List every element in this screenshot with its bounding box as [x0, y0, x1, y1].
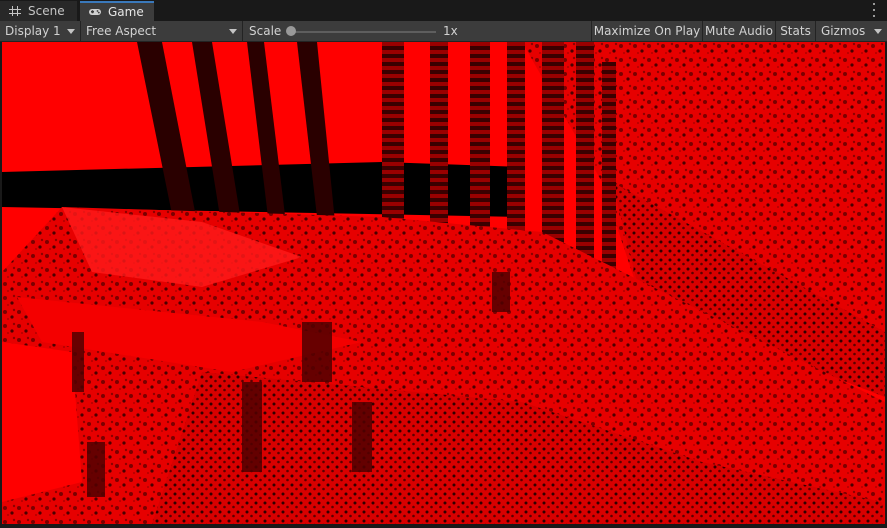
gamepad-icon — [88, 6, 102, 18]
game-render-image — [2, 42, 885, 524]
game-view-toolbar: Display 1 Free Aspect Scale 1x Maximize … — [0, 21, 887, 42]
gizmos-label: Gizmos — [821, 24, 866, 38]
game-viewport[interactable] — [2, 42, 885, 524]
more-options-icon[interactable] — [869, 3, 879, 17]
chevron-down-icon — [229, 29, 237, 34]
gizmos-dropdown[interactable]: Gizmos — [816, 21, 887, 41]
scale-label: Scale — [249, 24, 282, 38]
maximize-on-play-label: Maximize On Play — [593, 24, 701, 38]
aspect-dropdown[interactable]: Free Aspect — [81, 21, 243, 41]
stats-label: Stats — [780, 24, 811, 38]
tab-scene-label: Scene — [28, 4, 65, 18]
display-dropdown[interactable]: Display 1 — [0, 21, 81, 41]
tab-scene[interactable]: Scene — [0, 1, 78, 21]
display-dropdown-label: Display 1 — [5, 24, 61, 38]
mute-audio-label: Mute Audio — [705, 24, 773, 38]
chevron-down-icon — [874, 29, 882, 34]
tab-game-label: Game — [108, 5, 144, 19]
tab-game[interactable]: Game — [80, 1, 154, 21]
scale-slider-handle[interactable] — [286, 26, 296, 36]
scale-value: 1x — [443, 24, 458, 38]
grid-icon — [8, 5, 22, 17]
window-tab-bar: Scene Game — [0, 0, 887, 22]
chevron-down-icon — [67, 29, 75, 34]
aspect-dropdown-label: Free Aspect — [86, 24, 157, 38]
mute-audio-toggle[interactable]: Mute Audio — [703, 21, 776, 41]
stats-toggle[interactable]: Stats — [776, 21, 816, 41]
scale-slider-track[interactable] — [290, 31, 436, 33]
maximize-on-play-toggle[interactable]: Maximize On Play — [592, 21, 703, 41]
